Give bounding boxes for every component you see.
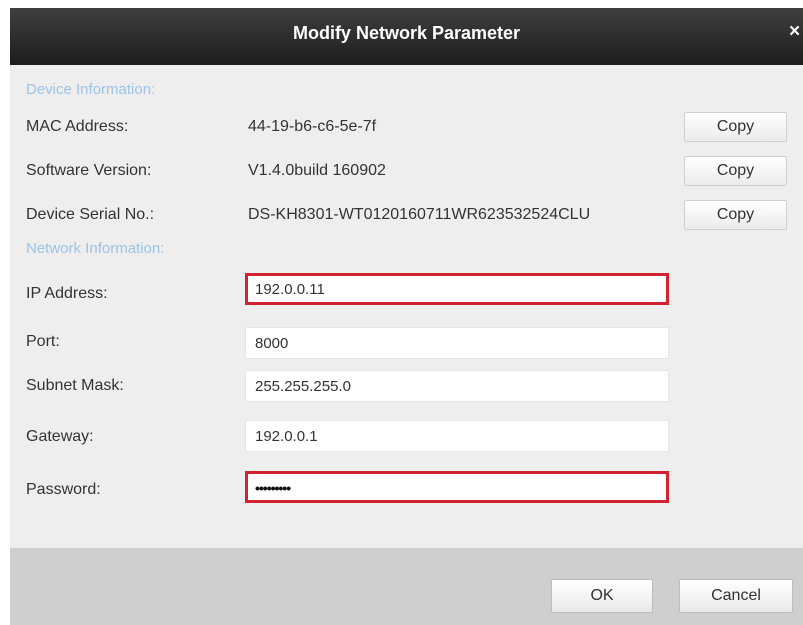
subnet-mask-input[interactable]: 255.255.255.0 — [245, 370, 669, 402]
password-label: Password: — [26, 481, 101, 498]
device-information-heading: Device Information: — [26, 81, 156, 98]
device-serial-value: DS-KH8301-WT0120160711WR623532524CLU — [248, 206, 591, 223]
subnet-mask-value: 255.255.255.0 — [255, 378, 351, 395]
ip-address-label: IP Address: — [26, 285, 108, 302]
copy-mac-button[interactable]: Copy — [684, 112, 787, 142]
port-input[interactable]: 8000 — [245, 327, 669, 359]
port-label: Port: — [26, 333, 60, 350]
gateway-value: 192.0.0.1 — [255, 428, 318, 445]
software-version-label: Software Version: — [26, 162, 152, 179]
mac-address-label: MAC Address: — [26, 118, 129, 135]
copy-software-version-button[interactable]: Copy — [684, 156, 787, 186]
device-serial-label: Device Serial No.: — [26, 206, 155, 223]
mac-address-value: 44-19-b6-c6-5e-7f — [248, 118, 377, 135]
modify-network-dialog: Modify Network Parameter × Device Inform… — [10, 8, 803, 625]
title-bar[interactable]: Modify Network Parameter × — [10, 8, 803, 65]
network-information-heading: Network Information: — [26, 240, 165, 257]
password-value: ••••••••• — [255, 480, 291, 496]
close-icon[interactable]: × — [789, 21, 803, 43]
software-version-value: V1.4.0build 160902 — [248, 162, 386, 179]
copy-serial-button[interactable]: Copy — [684, 200, 787, 230]
subnet-mask-label: Subnet Mask: — [26, 377, 124, 394]
dialog-footer: OK Cancel — [10, 548, 803, 625]
port-value: 8000 — [255, 335, 289, 352]
password-input[interactable]: ••••••••• — [245, 471, 669, 503]
ip-address-value: 192.0.0.11 — [255, 281, 325, 298]
gateway-label: Gateway: — [26, 428, 94, 445]
dialog-title: Modify Network Parameter — [292, 23, 521, 43]
ok-button[interactable]: OK — [551, 579, 653, 613]
gateway-input[interactable]: 192.0.0.1 — [245, 420, 669, 452]
ip-address-input[interactable]: 192.0.0.11 — [245, 273, 669, 305]
cancel-button[interactable]: Cancel — [679, 579, 793, 613]
